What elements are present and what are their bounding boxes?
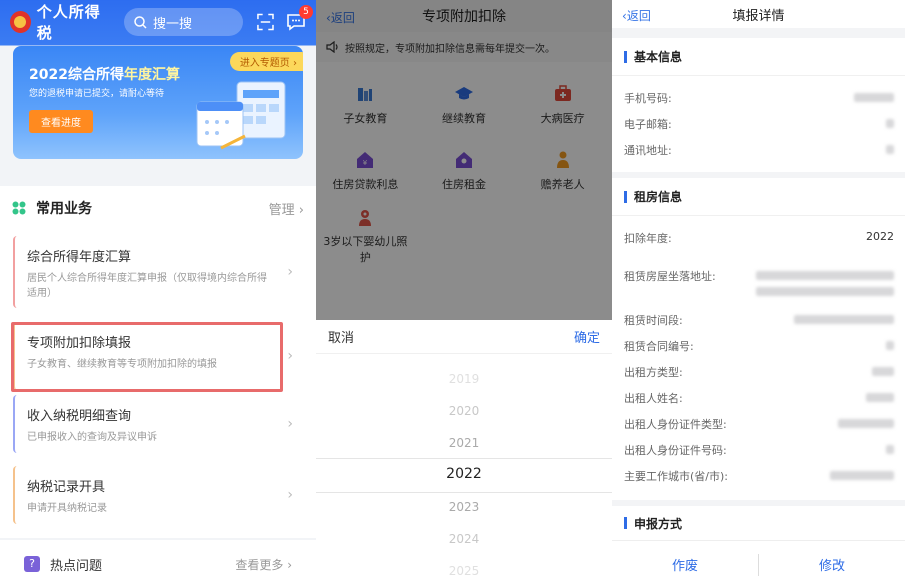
message-button[interactable]: 5 bbox=[286, 5, 313, 31]
common-business-title: 常用业务 bbox=[36, 201, 92, 217]
field-deduction-year: 扣除年度: 2022 bbox=[624, 230, 894, 245]
item-desc: 已申报收入的查询及异议申诉 bbox=[27, 432, 157, 443]
year-option[interactable]: 2024 bbox=[316, 532, 612, 546]
calendar-illustration-icon bbox=[196, 81, 286, 150]
hot-questions-title: 热点问题 bbox=[50, 558, 103, 574]
list-item-annual-settlement[interactable]: 综合所得年度汇算 居民个人综合所得年度汇算申报（仅取得境内综合所得适用） › bbox=[13, 236, 303, 308]
year-option[interactable]: 2023 bbox=[316, 500, 612, 514]
section-header: 申报方式 bbox=[612, 506, 905, 540]
item-title: 纳税记录开具 bbox=[27, 480, 106, 495]
field-lessor-type: 出租方类型: bbox=[624, 364, 894, 380]
manage-link[interactable]: 管理 › bbox=[269, 199, 304, 218]
modify-button[interactable]: 修改 bbox=[759, 555, 905, 574]
special-deduction-page: ‹返回 专项附加扣除 按照规定，专项附加扣除信息需每年提交一次。 子女教育 继续… bbox=[316, 0, 612, 588]
field-contract-number: 租赁合同编号: bbox=[624, 338, 894, 354]
year-option[interactable]: 2021 bbox=[316, 436, 612, 450]
item-title: 综合所得年度汇算 bbox=[27, 250, 132, 265]
section-header: 基本信息 bbox=[612, 38, 905, 76]
tax-app-home: 个人所得税 搜一搜 5 进入专题页 › 2022综合所得年度汇算 您的退税申请已… bbox=[0, 0, 316, 588]
banner-title: 2022综合所得年度汇算 bbox=[29, 67, 180, 83]
scan-icon[interactable] bbox=[257, 13, 274, 31]
field-rent-period: 租赁时间段: bbox=[624, 312, 894, 328]
field-lessor-name: 出租人姓名: bbox=[624, 390, 894, 406]
field-lessor-id-type: 出租人身份证件类型: bbox=[624, 416, 894, 432]
item-desc: 申请开具纳税记录 bbox=[27, 503, 107, 514]
dim-overlay[interactable] bbox=[316, 0, 612, 320]
field-address: 通讯地址: bbox=[624, 142, 894, 158]
picker-confirm-button[interactable]: 确定 bbox=[574, 327, 600, 346]
section-header: 租房信息 bbox=[612, 178, 905, 216]
message-badge: 5 bbox=[299, 5, 313, 19]
year-option-selected[interactable]: 2022 bbox=[316, 466, 612, 482]
chevron-right-icon: › bbox=[287, 264, 293, 280]
picker-cancel-button[interactable]: 取消 bbox=[328, 327, 354, 346]
void-button[interactable]: 作废 bbox=[612, 555, 758, 574]
banner-subtitle: 您的退税申请已提交，请耐心等待 bbox=[29, 89, 165, 99]
year-wheel[interactable]: 2019 2020 2021 2022 2023 2024 2025 bbox=[316, 354, 612, 588]
picker-toolbar: 取消 确定 bbox=[316, 320, 612, 354]
view-progress-button[interactable]: 查看进度 bbox=[29, 110, 93, 133]
chevron-right-icon: › bbox=[287, 416, 293, 432]
highlight-box bbox=[11, 322, 283, 392]
annual-settlement-banner[interactable]: 进入专题页 › 2022综合所得年度汇算 您的退税申请已提交，请耐心等待 查看进… bbox=[13, 46, 303, 159]
back-button[interactable]: ‹返回 bbox=[622, 7, 651, 24]
tax-emblem-icon bbox=[10, 11, 31, 33]
chevron-right-icon: › bbox=[287, 487, 293, 503]
field-rent-address: 租赁房屋坐落地址: bbox=[624, 268, 894, 296]
banner-topic-tag[interactable]: 进入专题页 › bbox=[229, 52, 303, 71]
field-lessor-id-number: 出租人身份证件号码: bbox=[624, 442, 894, 458]
search-placeholder: 搜一搜 bbox=[152, 16, 192, 32]
year-option[interactable]: 2020 bbox=[316, 404, 612, 418]
item-title: 收入纳税明细查询 bbox=[27, 409, 132, 424]
declare-method-section: 申报方式 bbox=[612, 506, 905, 540]
filing-detail-page: ‹返回 填报详情 基本信息 手机号码: 电子邮箱: 通讯地址: 租房信息 扣除年… bbox=[612, 0, 905, 588]
year-option[interactable]: 2025 bbox=[316, 564, 612, 578]
chevron-right-icon: › bbox=[287, 348, 293, 364]
field-work-city: 主要工作城市(省/市): bbox=[624, 468, 894, 484]
detail-header: ‹返回 填报详情 bbox=[612, 0, 905, 28]
year-picker: 取消 确定 2019 2020 2021 2022 2023 2024 2025 bbox=[316, 320, 612, 588]
year-option[interactable]: 2019 bbox=[316, 372, 612, 386]
list-item-tax-record[interactable]: 纳税记录开具 申请开具纳税记录 › bbox=[13, 466, 303, 524]
app-title: 个人所得税 bbox=[36, 3, 101, 42]
search-box[interactable]: 搜一搜 bbox=[123, 8, 244, 36]
basic-info-section: 基本信息 手机号码: 电子邮箱: 通讯地址: bbox=[612, 38, 905, 172]
selection-bottom-line bbox=[316, 492, 612, 493]
hot-questions-row[interactable]: ? 热点问题 查看更多 › bbox=[0, 540, 316, 588]
deduction-year-value: 2022 bbox=[866, 230, 894, 243]
common-business-header: 常用业务 管理 › bbox=[0, 186, 316, 230]
view-more-link[interactable]: 查看更多 › bbox=[235, 556, 292, 573]
search-icon bbox=[134, 15, 147, 29]
field-phone: 手机号码: bbox=[624, 90, 894, 106]
field-email: 电子邮箱: bbox=[624, 116, 894, 132]
action-bar: 作废 修改 bbox=[612, 540, 905, 588]
item-desc: 居民个人综合所得年度汇算申报（仅取得境内综合所得适用） bbox=[27, 273, 267, 299]
question-icon: ? bbox=[24, 556, 40, 572]
rent-info-section: 租房信息 扣除年度: 2022 租赁房屋坐落地址: 租赁时间段: 租赁合同编号: … bbox=[612, 178, 905, 500]
detail-title: 填报详情 bbox=[732, 8, 785, 24]
four-squares-icon bbox=[12, 201, 26, 215]
home-header: 个人所得税 搜一搜 5 bbox=[0, 0, 316, 44]
list-item-income-query[interactable]: 收入纳税明细查询 已申报收入的查询及异议申诉 › bbox=[13, 395, 303, 453]
selection-top-line bbox=[316, 458, 612, 459]
